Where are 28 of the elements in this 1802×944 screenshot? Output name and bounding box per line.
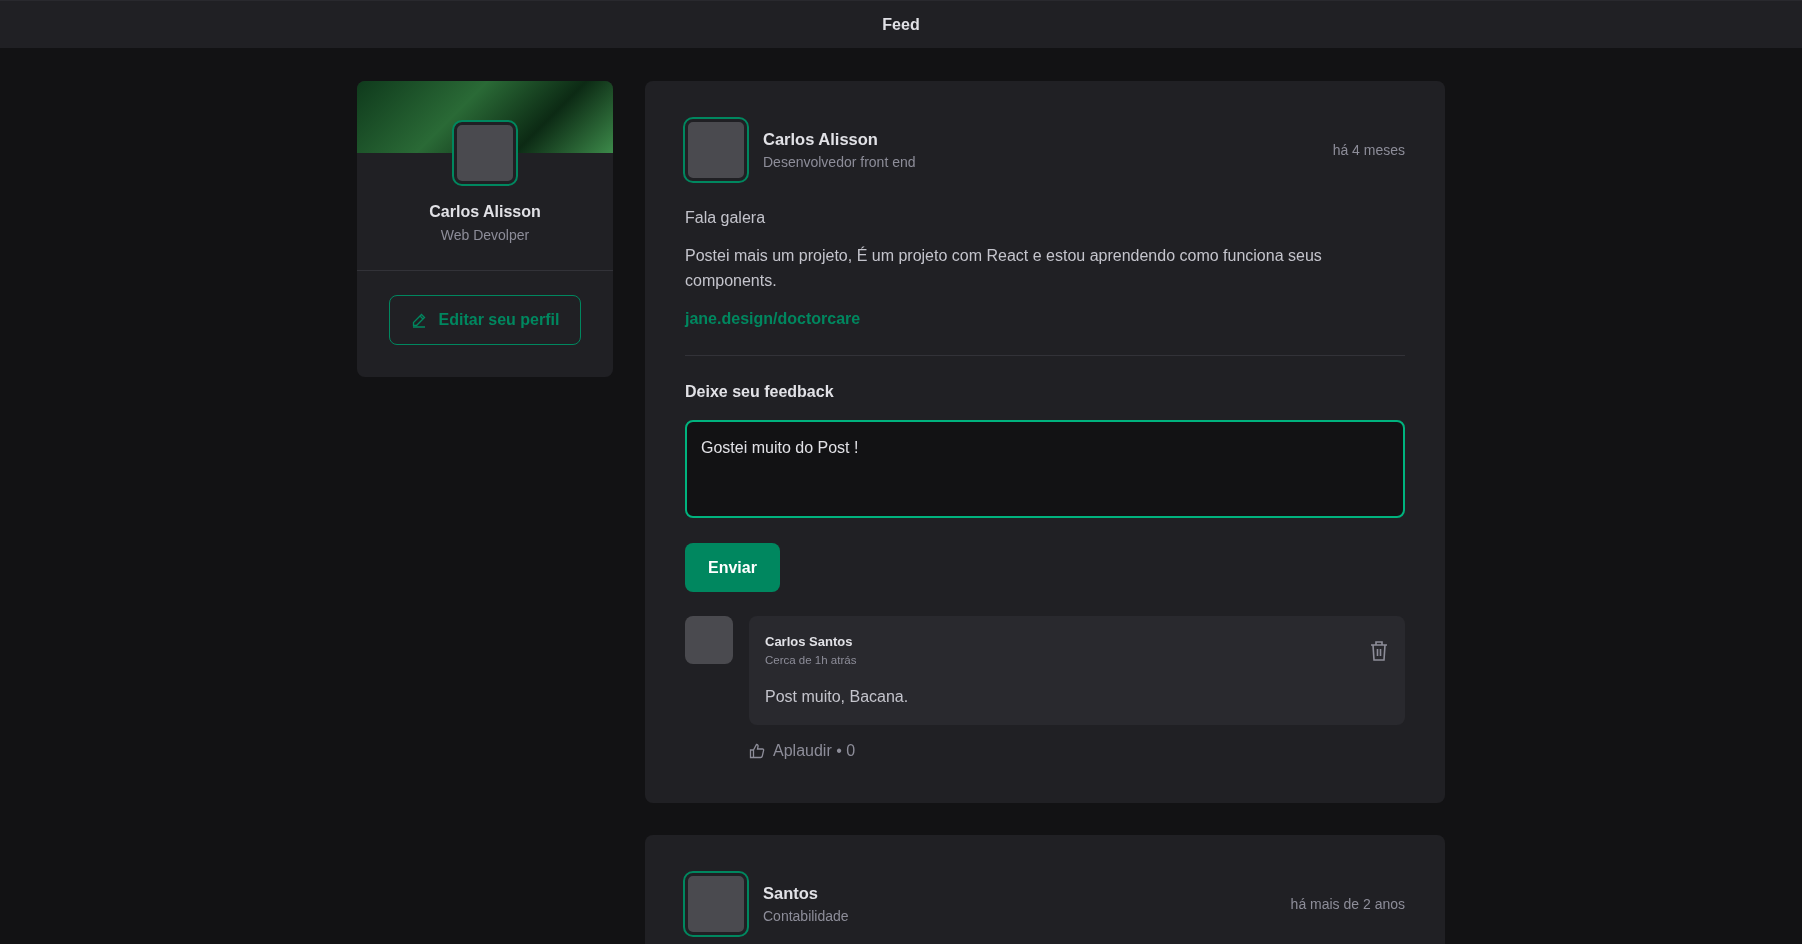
pencil-icon [410, 312, 427, 329]
comment-field[interactable]: Gostei muito do Post ! [685, 420, 1405, 519]
post-text: Fala galera [685, 208, 767, 228]
avatar-placeholder [685, 873, 747, 936]
send-button[interactable]: Enviar [685, 543, 780, 593]
comment-author: Carlos Santos [765, 633, 854, 652]
profile-role: Web Devolper [439, 226, 531, 245]
trash-icon [1369, 640, 1389, 663]
edit-profile-button[interactable]: Editar seu perfil [389, 295, 581, 346]
comment-time: Cerca de 1h atrás [765, 652, 857, 668]
feedback-title: Deixe seu feedback [685, 382, 835, 403]
applaud-button[interactable]: Aplaudir • 0 [749, 739, 856, 764]
comment-text: Post muito, Bacana. [765, 687, 910, 708]
author-role: Desenvolvedor front end [763, 152, 916, 172]
author-name: Carlos Alisson [763, 129, 879, 151]
avatar-placeholder [685, 119, 747, 181]
post-time: há mais de 2 anos [1290, 894, 1405, 914]
avatar-placeholder [454, 122, 516, 184]
post-link[interactable]: jane.design/doctorcare [685, 309, 861, 327]
post-time: há 4 meses [1332, 140, 1405, 160]
author-name: Santos [763, 883, 819, 905]
delete-button[interactable] [1369, 640, 1389, 663]
avatar-placeholder [685, 616, 733, 665]
author-role: Contabilidade [763, 907, 849, 926]
post-text: Postei mais um projeto, É um projeto com React e estou aprendendo como funciona seus components. [685, 245, 1323, 292]
thumbs-up-icon [749, 743, 765, 760]
profile-name: Carlos Alisson [428, 202, 542, 222]
page-title: Feed [882, 14, 920, 35]
